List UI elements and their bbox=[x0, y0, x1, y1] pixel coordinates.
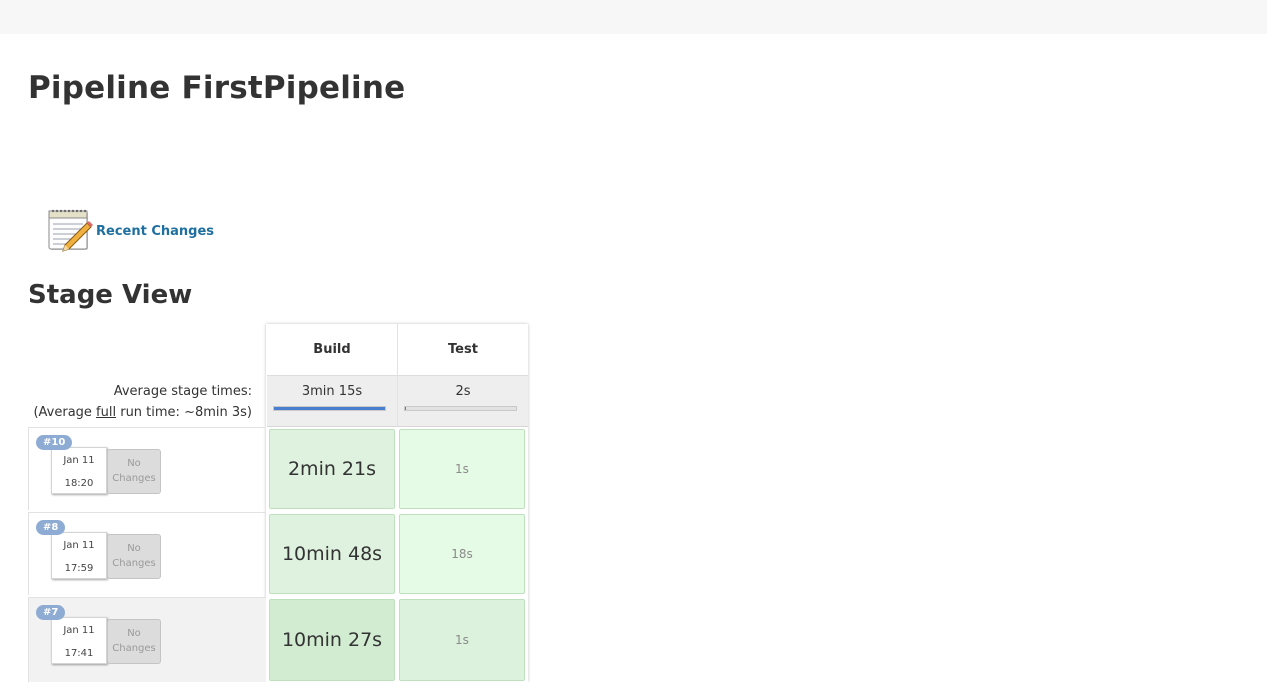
build-row: #7 Jan 11 17:41 No Changes bbox=[28, 597, 266, 682]
avg-full-suffix: run time: ~8min 3s) bbox=[116, 405, 252, 420]
stage-avg-time: 3min 15s bbox=[301, 384, 363, 399]
build-number-badge[interactable]: #8 bbox=[36, 520, 66, 535]
avg-stage-times-label: Average stage times: bbox=[113, 384, 252, 399]
no-changes-box: No Changes bbox=[107, 534, 161, 579]
avg-full-prefix: (Average bbox=[33, 405, 97, 420]
stage-cell-build[interactable]: 2min 21s bbox=[269, 429, 395, 509]
stage-header-build[interactable]: Build bbox=[267, 324, 397, 376]
stage-avg-progress bbox=[404, 406, 517, 411]
stage-cell-build[interactable]: 10min 27s bbox=[269, 599, 395, 681]
build-row: #10 Jan 11 18:20 No Changes bbox=[28, 427, 266, 510]
notepad-icon bbox=[48, 209, 93, 252]
build-number-badge[interactable]: #7 bbox=[36, 605, 66, 620]
recent-changes-label[interactable]: Recent Changes bbox=[96, 224, 214, 239]
build-date: Jan 11 bbox=[63, 540, 95, 551]
build-time: 17:59 bbox=[64, 563, 94, 574]
no-changes-box: No Changes bbox=[107, 619, 161, 664]
stage-cell-test[interactable]: 1s bbox=[399, 599, 525, 681]
recent-changes-link[interactable]: Recent Changes bbox=[47, 207, 214, 253]
build-date: Jan 11 bbox=[63, 455, 95, 466]
build-time: 17:41 bbox=[64, 648, 94, 659]
avg-full-word: full bbox=[96, 405, 117, 420]
stage-avg-time: 2s bbox=[455, 384, 471, 399]
avg-full-run-time-label: (Average full run time: ~8min 3s) bbox=[33, 405, 252, 420]
no-changes-box: No Changes bbox=[107, 449, 161, 494]
build-time: 18:20 bbox=[64, 478, 94, 489]
build-date: Jan 11 bbox=[63, 625, 95, 636]
stage-avg-progress-fill bbox=[405, 407, 407, 410]
build-date-card[interactable]: Jan 11 17:59 bbox=[51, 532, 107, 579]
page-title: Pipeline FirstPipeline bbox=[28, 70, 406, 106]
stage-view-title: Stage View bbox=[28, 280, 193, 310]
stage-cell-build[interactable]: 10min 48s bbox=[269, 514, 395, 594]
build-number-badge[interactable]: #10 bbox=[36, 435, 73, 450]
stage-cell-test[interactable]: 1s bbox=[399, 429, 525, 509]
stage-avg-progress bbox=[273, 406, 386, 411]
build-date-card[interactable]: Jan 11 17:41 bbox=[51, 617, 107, 664]
build-date-card[interactable]: Jan 11 18:20 bbox=[51, 447, 107, 494]
stage-cell-test[interactable]: 18s bbox=[399, 514, 525, 594]
stage-header-test[interactable]: Test bbox=[397, 324, 528, 376]
stage-avg-test: 2s bbox=[397, 376, 528, 427]
build-row: #8 Jan 11 17:59 No Changes bbox=[28, 512, 266, 595]
top-bar bbox=[0, 0, 1267, 34]
stage-avg-build: 3min 15s bbox=[267, 376, 397, 427]
stage-avg-progress-fill bbox=[274, 407, 385, 410]
